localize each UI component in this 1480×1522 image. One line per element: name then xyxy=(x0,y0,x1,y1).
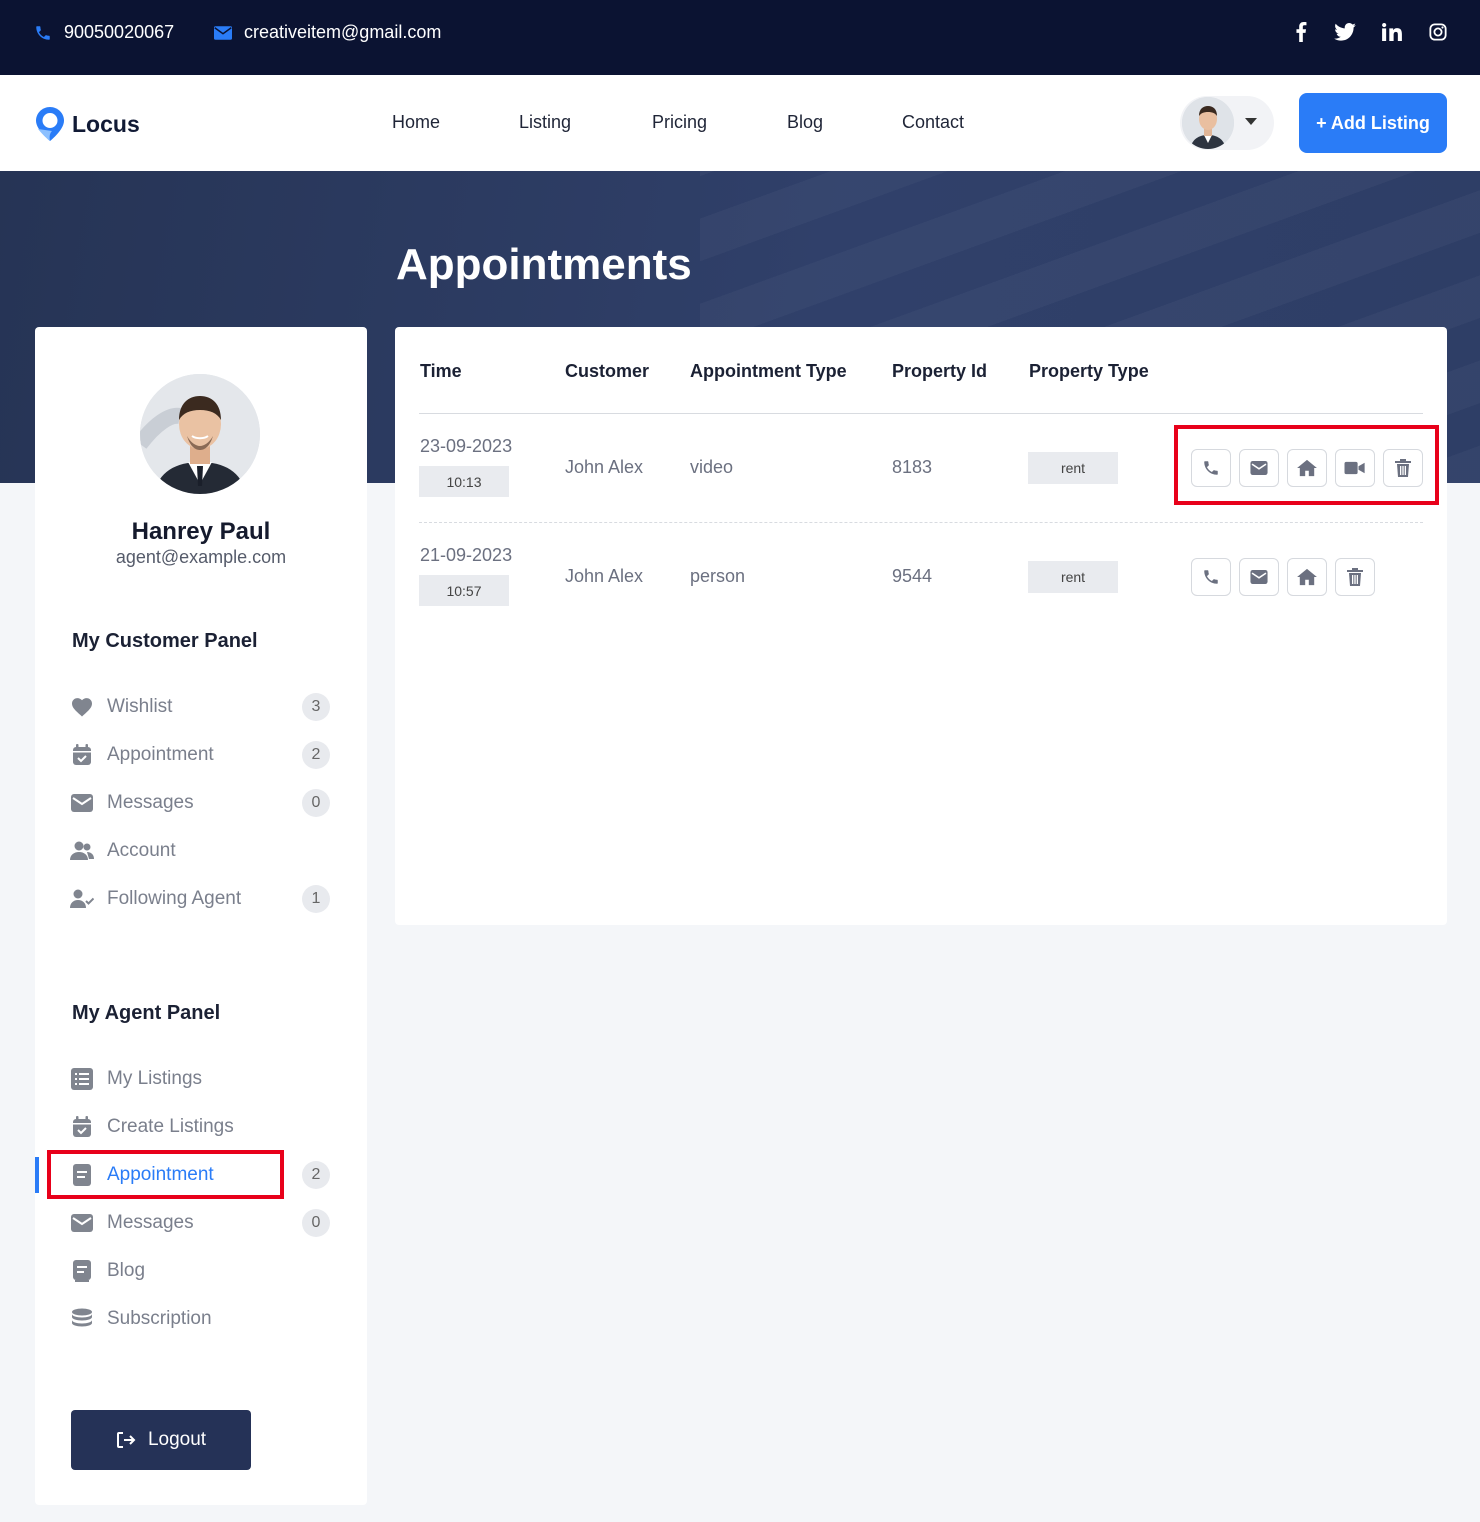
row-date: 21-09-2023 xyxy=(420,545,513,565)
call-button[interactable] xyxy=(1191,558,1231,596)
count-badge: 3 xyxy=(302,693,330,721)
top-bar: 90050020067 creativeitem@gmail.com xyxy=(0,0,1480,75)
user-check-icon xyxy=(70,887,94,911)
contact-phone[interactable]: 90050020067 xyxy=(34,22,174,43)
instagram-icon[interactable] xyxy=(1426,20,1450,44)
count-badge: 0 xyxy=(302,789,330,817)
customer-panel-title: My Customer Panel xyxy=(72,630,258,652)
sidebar-item-label: Blog xyxy=(107,1260,146,1281)
column-header-customer: Customer xyxy=(565,361,650,381)
avatar[interactable] xyxy=(1182,97,1234,149)
column-header-property-id: Property Id xyxy=(892,361,988,381)
sidebar-item-label: Messages xyxy=(107,792,194,813)
row-divider xyxy=(419,522,1423,523)
row-property-id: 9544 xyxy=(892,566,933,586)
profile-avatar xyxy=(140,374,260,494)
count-badge: 2 xyxy=(302,1161,330,1189)
sidebar-item-label: Create Listings xyxy=(107,1116,234,1137)
row-date: 23-09-2023 xyxy=(420,436,513,456)
sidebar-item-label: Following Agent xyxy=(107,888,242,909)
email-text: creativeitem@gmail.com xyxy=(244,22,442,42)
facebook-icon[interactable] xyxy=(1289,20,1313,44)
linkedin-icon[interactable] xyxy=(1380,20,1404,44)
contact-email[interactable]: creativeitem@gmail.com xyxy=(214,22,441,43)
time-badge: 10:13 xyxy=(419,466,509,497)
phone-text: 90050020067 xyxy=(64,22,175,42)
nav-listing[interactable]: Listing xyxy=(519,112,571,133)
sidebar-item-label: Account xyxy=(107,840,176,861)
sidebar-item-label: Appointment xyxy=(107,744,214,765)
sidebar-item-label: My Listings xyxy=(107,1068,203,1089)
logout-button[interactable]: Logout xyxy=(71,1410,251,1470)
home-icon xyxy=(1297,568,1317,586)
count-badge: 0 xyxy=(302,1209,330,1237)
row-appointment-type: video xyxy=(690,457,734,477)
time-badge: 10:57 xyxy=(419,575,509,606)
row-property-id: 8183 xyxy=(892,457,933,477)
sidebar-item-agent-messages[interactable]: Messages 0 xyxy=(70,1205,332,1241)
column-header-property-type: Property Type xyxy=(1029,361,1149,381)
page-title: Appointments xyxy=(396,240,692,289)
sidebar-item-blog[interactable]: Blog xyxy=(70,1253,332,1289)
count-badge: 2 xyxy=(302,741,330,769)
sidebar-item-label: Messages xyxy=(107,1212,194,1233)
sidebar-item-subscription[interactable]: Subscription xyxy=(70,1301,332,1337)
users-icon xyxy=(70,839,94,863)
chevron-down-icon[interactable] xyxy=(1245,118,1257,125)
column-header-appointment-type: Appointment Type xyxy=(690,361,847,381)
list-icon xyxy=(70,1067,94,1091)
heart-icon xyxy=(70,695,94,719)
logo-text: Locus xyxy=(72,110,140,137)
nav-contact[interactable]: Contact xyxy=(902,112,964,133)
sidebar-item-account[interactable]: Account xyxy=(70,833,332,869)
sidebar-item-wishlist[interactable]: Wishlist 3 xyxy=(70,689,332,725)
highlight-box-appointment xyxy=(47,1150,284,1199)
appointments-table-card xyxy=(395,327,1447,925)
divider xyxy=(419,413,1423,414)
sign-out-icon xyxy=(116,1432,136,1448)
sidebar-item-following-agent[interactable]: Following Agent 1 xyxy=(70,881,332,917)
email-icon xyxy=(214,25,232,40)
logo[interactable]: Locus xyxy=(34,105,140,143)
row-appointment-type: person xyxy=(690,566,746,586)
property-type-badge: rent xyxy=(1028,452,1118,484)
delete-button[interactable] xyxy=(1335,558,1375,596)
add-listing-button[interactable]: + Add Listing xyxy=(1299,93,1447,153)
envelope-icon xyxy=(70,791,94,815)
active-indicator xyxy=(35,1157,39,1193)
sidebar-item-label: Subscription xyxy=(107,1308,212,1329)
count-badge: 1 xyxy=(302,885,330,913)
nav-blog[interactable]: Blog xyxy=(787,112,823,133)
sidebar-item-label: Wishlist xyxy=(107,696,173,717)
phone-icon xyxy=(36,25,50,40)
property-type-badge: rent xyxy=(1028,561,1118,593)
sidebar-item-appointment[interactable]: Appointment 2 xyxy=(70,737,332,773)
sidebar-item-my-listings[interactable]: My Listings xyxy=(70,1061,332,1097)
nav-pricing[interactable]: Pricing xyxy=(652,112,707,133)
logout-label: Logout xyxy=(147,1429,207,1450)
column-header-time: Time xyxy=(420,361,462,381)
profile-name: Hanrey Paul xyxy=(131,518,271,545)
locus-logo-icon xyxy=(36,107,64,141)
highlight-box-actions xyxy=(1174,425,1439,505)
row-customer: John Alex xyxy=(565,457,644,477)
profile-email: agent@example.com xyxy=(115,547,287,567)
property-button[interactable] xyxy=(1287,558,1327,596)
trash-icon xyxy=(1347,568,1363,586)
row-customer: John Alex xyxy=(565,566,644,586)
database-icon xyxy=(70,1307,94,1331)
calendar-check-icon xyxy=(70,1115,94,1139)
envelope-icon xyxy=(1250,570,1268,584)
sidebar-item-create-listings[interactable]: Create Listings xyxy=(70,1109,332,1145)
blog-icon xyxy=(70,1259,94,1283)
agent-panel-title: My Agent Panel xyxy=(72,1002,221,1024)
calendar-check-icon xyxy=(70,743,94,767)
sidebar-item-messages[interactable]: Messages 0 xyxy=(70,785,332,821)
envelope-icon xyxy=(70,1211,94,1235)
nav-home[interactable]: Home xyxy=(392,112,440,133)
phone-icon xyxy=(1204,570,1218,584)
twitter-icon[interactable] xyxy=(1333,20,1357,44)
email-button[interactable] xyxy=(1239,558,1279,596)
